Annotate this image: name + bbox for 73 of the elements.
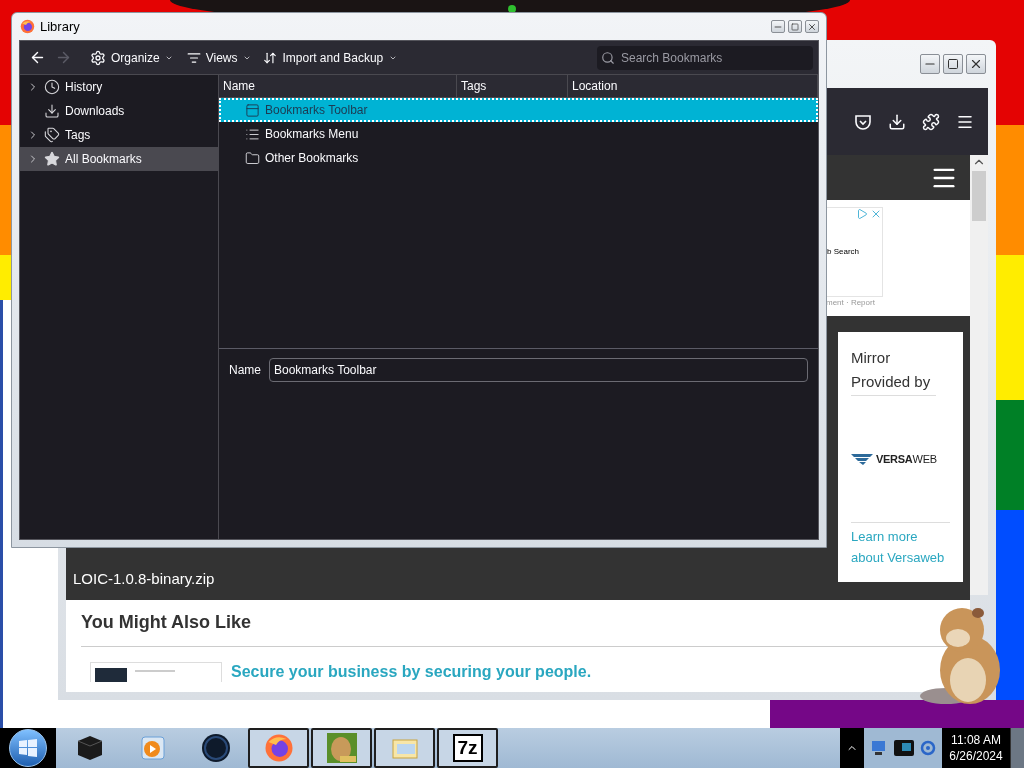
lines-icon	[186, 50, 201, 65]
close-button[interactable]	[966, 54, 986, 74]
network-icon	[870, 739, 888, 757]
media-player-icon	[139, 735, 166, 761]
column-header[interactable]: Tags	[457, 75, 568, 97]
close-icon	[969, 57, 983, 71]
views-button[interactable]: Views	[186, 48, 251, 67]
bookmark-name: Bookmarks Menu	[265, 126, 359, 143]
download-icon	[44, 103, 60, 119]
wing-logo-icon	[851, 453, 873, 465]
folder-icon	[245, 150, 260, 166]
search-input[interactable]: Search Bookmarks	[621, 48, 801, 67]
pocket-icon	[854, 112, 872, 131]
sidebar-label: History	[65, 79, 103, 96]
windows-logo-icon	[18, 739, 38, 757]
close-icon	[807, 21, 817, 32]
bookmark-row[interactable]: Bookmarks Menu	[219, 122, 818, 146]
maximize-icon	[947, 58, 959, 70]
bookmark-row[interactable]: Other Bookmarks	[219, 146, 818, 170]
search-field[interactable]: Search Bookmarks	[597, 45, 813, 70]
firefox-icon	[20, 19, 35, 34]
toolbar-icon	[245, 102, 260, 118]
start-button[interactable]	[9, 729, 47, 767]
clock-icon	[44, 79, 60, 95]
sidebar-item[interactable]: All Bookmarks	[20, 147, 218, 171]
ad-footer: ment · Report	[826, 297, 970, 309]
clock-date: 6/26/2024	[949, 748, 1003, 764]
sidebar-item[interactable]: History	[20, 75, 218, 99]
search-icon	[601, 50, 615, 65]
firefox-icon	[263, 733, 294, 763]
sidebar-label: Downloads	[65, 103, 125, 120]
bookmark-name: Other Bookmarks	[265, 150, 359, 167]
taskbar-button[interactable]: 7z	[437, 728, 498, 768]
clock-time: 11:08 AM	[951, 732, 1001, 748]
ad-close-icon	[870, 208, 882, 220]
close-button[interactable]	[805, 20, 819, 33]
settings-icon	[90, 49, 106, 66]
show-desktop-button[interactable]	[1010, 728, 1024, 768]
maximize-icon	[791, 22, 799, 31]
tag-icon	[44, 127, 60, 143]
up-down-arrows-icon	[262, 50, 277, 65]
minimize-button[interactable]	[771, 20, 785, 33]
window-title: Library	[40, 17, 80, 36]
organize-button[interactable]: Organize	[90, 48, 173, 67]
maximize-button[interactable]	[943, 54, 963, 74]
field-label: Name	[229, 362, 261, 379]
taskbar-button[interactable]	[248, 728, 309, 768]
download-icon	[888, 112, 906, 131]
import-backup-button[interactable]: Import and Backup	[262, 48, 398, 67]
star-icon	[44, 151, 60, 167]
section-title: You Might Also Like	[81, 611, 252, 634]
sidebar-item[interactable]: Downloads	[20, 99, 218, 123]
column-header[interactable]: Name	[219, 75, 457, 97]
ad-text: b Search	[827, 246, 860, 258]
taskbar-button[interactable]	[374, 728, 435, 768]
list-icon	[245, 126, 260, 142]
device-icon	[892, 737, 916, 759]
sidebar-label: Tags	[65, 127, 91, 144]
sidebar-item[interactable]: Tags	[20, 123, 218, 147]
sidebar-label: All Bookmarks	[65, 151, 142, 168]
bookmark-name: Bookmarks Toolbar	[265, 102, 368, 119]
ad-info-icon	[856, 208, 868, 220]
archive-icon: 7z	[452, 734, 483, 762]
bookmark-row[interactable]: Bookmarks Toolbar	[219, 98, 818, 122]
taskbar-button[interactable]	[311, 728, 372, 768]
sponsor-logo: VERSAWEB	[876, 451, 937, 467]
scrollbar-thumb[interactable]	[972, 171, 986, 221]
column-header[interactable]: Location	[568, 75, 818, 97]
window-icon	[390, 736, 419, 760]
file-name: LOIC-1.0.8-binary.zip	[73, 568, 216, 589]
card-title: Mirror Provided by	[851, 346, 936, 396]
name-field[interactable]: Bookmarks Toolbar	[269, 358, 808, 382]
extensions-icon	[922, 112, 940, 131]
